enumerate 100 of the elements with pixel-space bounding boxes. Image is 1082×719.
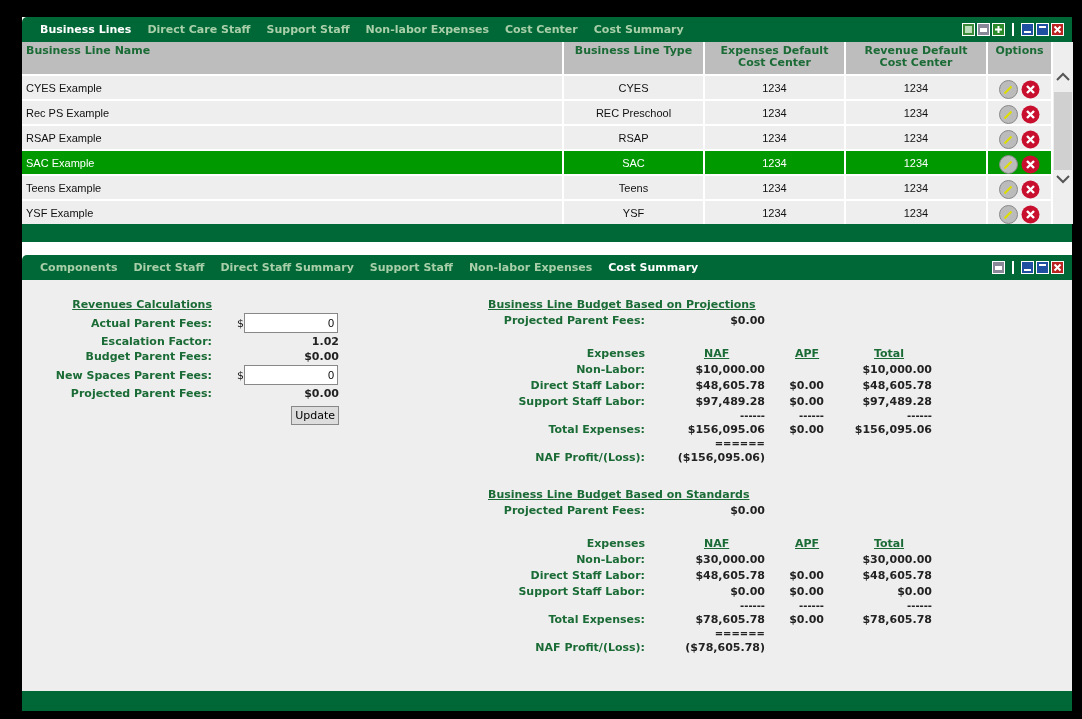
delete-icon[interactable] [1021,179,1040,199]
table-cell: 1234 [704,175,845,200]
section-title: Business Line Budget Based on Standards [488,488,751,501]
tab[interactable]: Components [32,261,126,274]
column-header: Expenses Default Cost Center [704,42,845,75]
table-cell: YSF [563,200,704,224]
amount: $30,000.00 [861,553,932,566]
amount: $156,095.06 [686,423,765,436]
section-title: Business Line Budget Based on Projections [488,298,757,311]
table-cell: SAC [563,150,704,175]
field-label: Budget Parent Fees: [84,350,212,363]
rule-text: ------ [798,601,824,610]
edit-icon[interactable] [999,79,1018,99]
minimize-icon[interactable] [1021,261,1034,274]
table-cell: 1234 [845,200,987,224]
scroll-down-icon[interactable] [1056,174,1070,184]
delete-icon[interactable] [1021,104,1040,124]
tab[interactable]: Direct Staff [125,261,213,274]
field-label: New Spaces Parent Fees: [54,368,212,382]
column-header: Total [874,347,905,360]
table-cell: 1234 [704,200,845,224]
currency-symbol: $ [237,316,244,330]
currency-symbol: $ [237,368,244,382]
tab[interactable]: Cost Summary [600,261,707,274]
close-icon[interactable] [1051,23,1064,36]
amount: $48,605.78 [861,379,932,392]
amount: $0.00 [788,395,824,408]
minimize-icon[interactable] [1021,23,1034,36]
edit-icon[interactable] [999,129,1018,149]
table-cell: Teens [563,175,704,200]
field-label: Projected Parent Fees: [502,314,645,327]
edit-icon[interactable] [999,204,1018,224]
column-header: Options [987,42,1052,75]
print-icon[interactable] [992,261,1005,274]
tab[interactable]: Direct Care Staff [139,23,259,36]
tab[interactable]: Non-labor Expenses [357,23,497,36]
add-icon[interactable] [992,23,1005,36]
rule-text: ------ [739,411,765,420]
delete-icon[interactable] [1021,204,1040,224]
maximize-icon[interactable] [1036,261,1049,274]
tab[interactable]: Cost Center [496,23,586,36]
delete-icon[interactable] [1021,129,1040,149]
amount: $0.00 [788,613,824,626]
column-header: NAF [704,537,730,550]
amount: $0.00 [729,314,765,327]
amount: $0.00 [788,585,824,598]
scrollbar-thumb[interactable] [1054,92,1072,170]
table-cell: Rec PS Example [22,100,563,125]
rule-text: ------ [906,411,932,420]
table-cell: 1234 [704,125,845,150]
delete-icon[interactable] [1021,79,1040,99]
table-cell: 1234 [845,100,987,125]
table-cell: 1234 [704,100,845,125]
tab[interactable]: Direct Staff Summary [212,261,362,274]
rule-text: ------ [906,601,932,610]
amount: $0.00 [788,569,824,582]
maximize-icon[interactable] [1036,23,1049,36]
rule-text: ====== [713,439,765,448]
edit-icon[interactable] [999,104,1018,124]
print-icon[interactable] [977,23,990,36]
tab[interactable]: Support Staff [361,261,461,274]
column-header: Business Line Name [22,42,563,75]
column-header: Expenses [585,537,645,550]
tab[interactable]: Cost Summary [585,23,692,36]
amount: $48,605.78 [694,569,765,582]
amount: $0.00 [788,379,824,392]
column-header: Expenses [585,347,645,360]
field-value: 1.02 [310,335,339,348]
field-label: Total Expenses: [547,423,645,436]
table-cell: 1234 [845,125,987,150]
tab[interactable]: Support Staff [258,23,358,36]
column-header: Business Line Type [563,42,704,75]
table-cell: SAC Example [22,150,563,175]
close-icon[interactable] [1051,261,1064,274]
scroll-up-icon[interactable] [1056,72,1070,82]
table-cell: 1234 [704,150,845,175]
field-label: Projected Parent Fees: [69,387,212,400]
field-label: Non-Labor: [575,553,645,566]
tab[interactable]: Non-labor Expenses [460,261,601,274]
rule-text: ====== [713,629,765,638]
input-field[interactable]: 0 [244,365,338,385]
edit-icon[interactable] [999,179,1018,199]
table-cell: 1234 [704,75,845,100]
column-header: NAF [704,347,730,360]
field-label: Projected Parent Fees: [502,504,645,517]
update-button[interactable]: Update [291,406,339,425]
amount: $48,605.78 [861,569,932,582]
spreadsheet-icon[interactable] [962,23,975,36]
tab[interactable]: Business Lines [32,23,140,36]
delete-icon[interactable] [1021,154,1040,174]
amount: $0.00 [729,504,765,517]
table-cell: 1234 [845,175,987,200]
amount: $97,489.28 [861,395,932,408]
table-cell: YSF Example [22,200,563,224]
amount: $0.00 [788,423,824,436]
amount: $156,095.06 [853,423,932,436]
input-field[interactable]: 0 [244,313,338,333]
amount: $10,000.00 [694,363,765,376]
field-label: NAF Profit/(Loss): [534,451,645,464]
field-label: Non-Labor: [575,363,645,376]
